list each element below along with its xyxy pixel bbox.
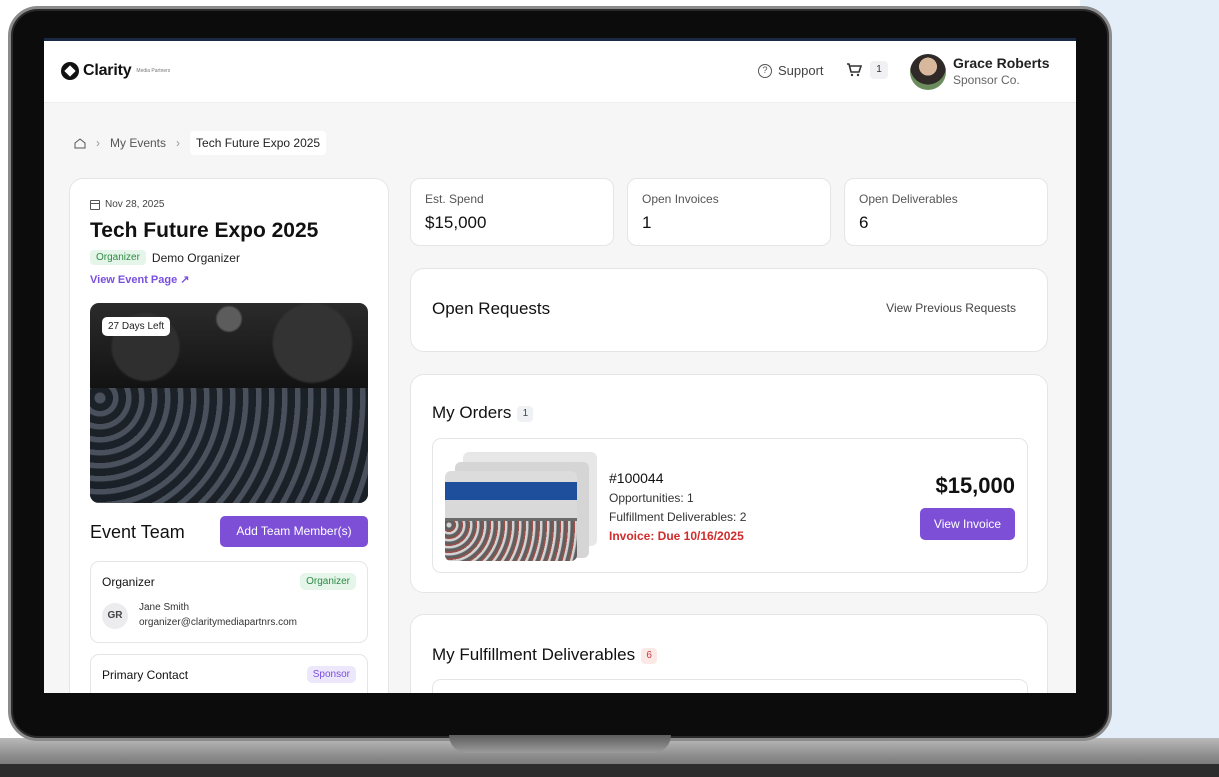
stat-label: Open Deliverables bbox=[859, 192, 958, 206]
stat-value: $15,000 bbox=[425, 213, 487, 232]
event-title: Tech Future Expo 2025 bbox=[90, 219, 319, 242]
team-member-badge: Organizer bbox=[300, 573, 356, 590]
organizer-role-badge: Organizer bbox=[90, 250, 146, 265]
calendar-icon bbox=[90, 199, 100, 210]
cart-count-badge: 1 bbox=[870, 61, 888, 79]
top-bar: Clarity Media Partners ? Support 1 Grace… bbox=[44, 41, 1076, 103]
crowd-graphic bbox=[90, 388, 368, 503]
order-card[interactable]: #100044 Opportunities: 1 Fulfillment Del… bbox=[432, 438, 1028, 573]
add-team-member-button[interactable]: Add Team Member(s) bbox=[220, 516, 368, 547]
member-email: organizer@claritymediapartnrs.com bbox=[139, 617, 297, 628]
my-orders-panel: My Orders 1 #100044 Opportunities: 1 Fulf… bbox=[410, 374, 1048, 593]
my-orders-title: My Orders 1 bbox=[432, 403, 534, 423]
order-number: #100044 bbox=[609, 470, 664, 486]
fulfillment-label: My Fulfillment Deliverables bbox=[432, 645, 636, 664]
stat-card-open-deliverables: Open Deliverables 6 bbox=[844, 178, 1048, 246]
view-event-page-link[interactable]: View Event Page ↗ bbox=[90, 273, 190, 286]
fulfillment-title: My Fulfillment Deliverables 6 bbox=[432, 645, 658, 665]
stat-label: Open Invoices bbox=[642, 192, 719, 206]
laptop-base-shadow bbox=[0, 764, 1219, 777]
laptop-notch bbox=[449, 735, 671, 753]
user-organization: Sponsor Co. bbox=[953, 73, 1020, 87]
app-screen: Clarity Media Partners ? Support 1 Grace… bbox=[44, 38, 1076, 693]
cart-icon bbox=[847, 63, 862, 77]
logo-text: Clarity bbox=[83, 62, 132, 79]
team-member-card[interactable]: Primary Contact Sponsor bbox=[90, 654, 368, 693]
home-icon[interactable] bbox=[74, 137, 86, 149]
event-summary-card: Nov 28, 2025 Tech Future Expo 2025 Organ… bbox=[69, 178, 389, 693]
support-label: Support bbox=[778, 63, 824, 78]
order-thumbnail-image bbox=[445, 471, 577, 561]
external-link-icon: ↗ bbox=[180, 274, 190, 286]
event-date: Nov 28, 2025 bbox=[90, 199, 165, 210]
help-icon: ? bbox=[758, 63, 772, 78]
breadcrumb: › My Events › Tech Future Expo 2025 bbox=[74, 131, 327, 155]
view-previous-requests-link[interactable]: View Previous Requests bbox=[886, 301, 1016, 315]
logo[interactable]: Clarity Media Partners bbox=[61, 62, 170, 80]
stat-label: Est. Spend bbox=[425, 192, 484, 206]
my-orders-label: My Orders bbox=[432, 403, 512, 422]
user-avatar[interactable] bbox=[910, 54, 946, 90]
view-event-page-label: View Event Page bbox=[90, 274, 178, 286]
order-opportunities: Opportunities: 1 bbox=[609, 491, 694, 505]
orders-count-badge: 1 bbox=[517, 406, 534, 422]
event-image: 27 Days Left bbox=[90, 303, 368, 503]
breadcrumb-my-events[interactable]: My Events bbox=[110, 136, 166, 150]
organizer-row: Organizer Demo Organizer bbox=[90, 250, 240, 265]
open-requests-panel: Open Requests View Previous Requests bbox=[410, 268, 1048, 352]
team-member-card[interactable]: Organizer Organizer GR Jane Smith organi… bbox=[90, 561, 368, 643]
stat-card-est-spend: Est. Spend $15,000 bbox=[410, 178, 614, 246]
fulfillment-count-badge: 6 bbox=[641, 648, 658, 664]
open-requests-title: Open Requests bbox=[432, 299, 551, 318]
cart-button[interactable]: 1 bbox=[846, 61, 888, 79]
member-name: Jane Smith bbox=[139, 602, 190, 613]
organizer-name: Demo Organizer bbox=[151, 250, 240, 265]
breadcrumb-separator-icon: › bbox=[96, 136, 100, 150]
days-left-badge: 27 Days Left bbox=[102, 317, 171, 336]
order-deliverables: Fulfillment Deliverables: 2 bbox=[609, 510, 747, 524]
team-member-badge: Sponsor bbox=[306, 666, 356, 683]
stat-value: 1 bbox=[642, 213, 652, 232]
view-invoice-button[interactable]: View Invoice bbox=[920, 508, 1015, 540]
fulfillment-deliverables-panel: My Fulfillment Deliverables 6 bbox=[410, 614, 1048, 693]
user-name[interactable]: Grace Roberts bbox=[953, 55, 1049, 71]
team-member-role: Primary Contact bbox=[102, 668, 189, 682]
order-total: $15,000 bbox=[935, 473, 1015, 498]
support-link[interactable]: ? Support bbox=[758, 63, 824, 78]
team-member-role: Organizer bbox=[102, 575, 155, 589]
logo-mark-icon bbox=[61, 62, 79, 80]
fulfillment-list-preview bbox=[432, 679, 1028, 693]
stat-value: 6 bbox=[859, 213, 869, 232]
stat-card-open-invoices: Open Invoices 1 bbox=[627, 178, 831, 246]
member-initials-avatar: GR bbox=[102, 603, 128, 629]
breadcrumb-current: Tech Future Expo 2025 bbox=[190, 131, 327, 155]
event-team-title: Event Team bbox=[90, 522, 185, 542]
invoice-due-status: Invoice: Due 10/16/2025 bbox=[609, 529, 744, 543]
breadcrumb-separator-icon: › bbox=[176, 136, 181, 150]
event-date-text: Nov 28, 2025 bbox=[105, 199, 165, 210]
logo-subtitle: Media Partners bbox=[136, 67, 171, 74]
